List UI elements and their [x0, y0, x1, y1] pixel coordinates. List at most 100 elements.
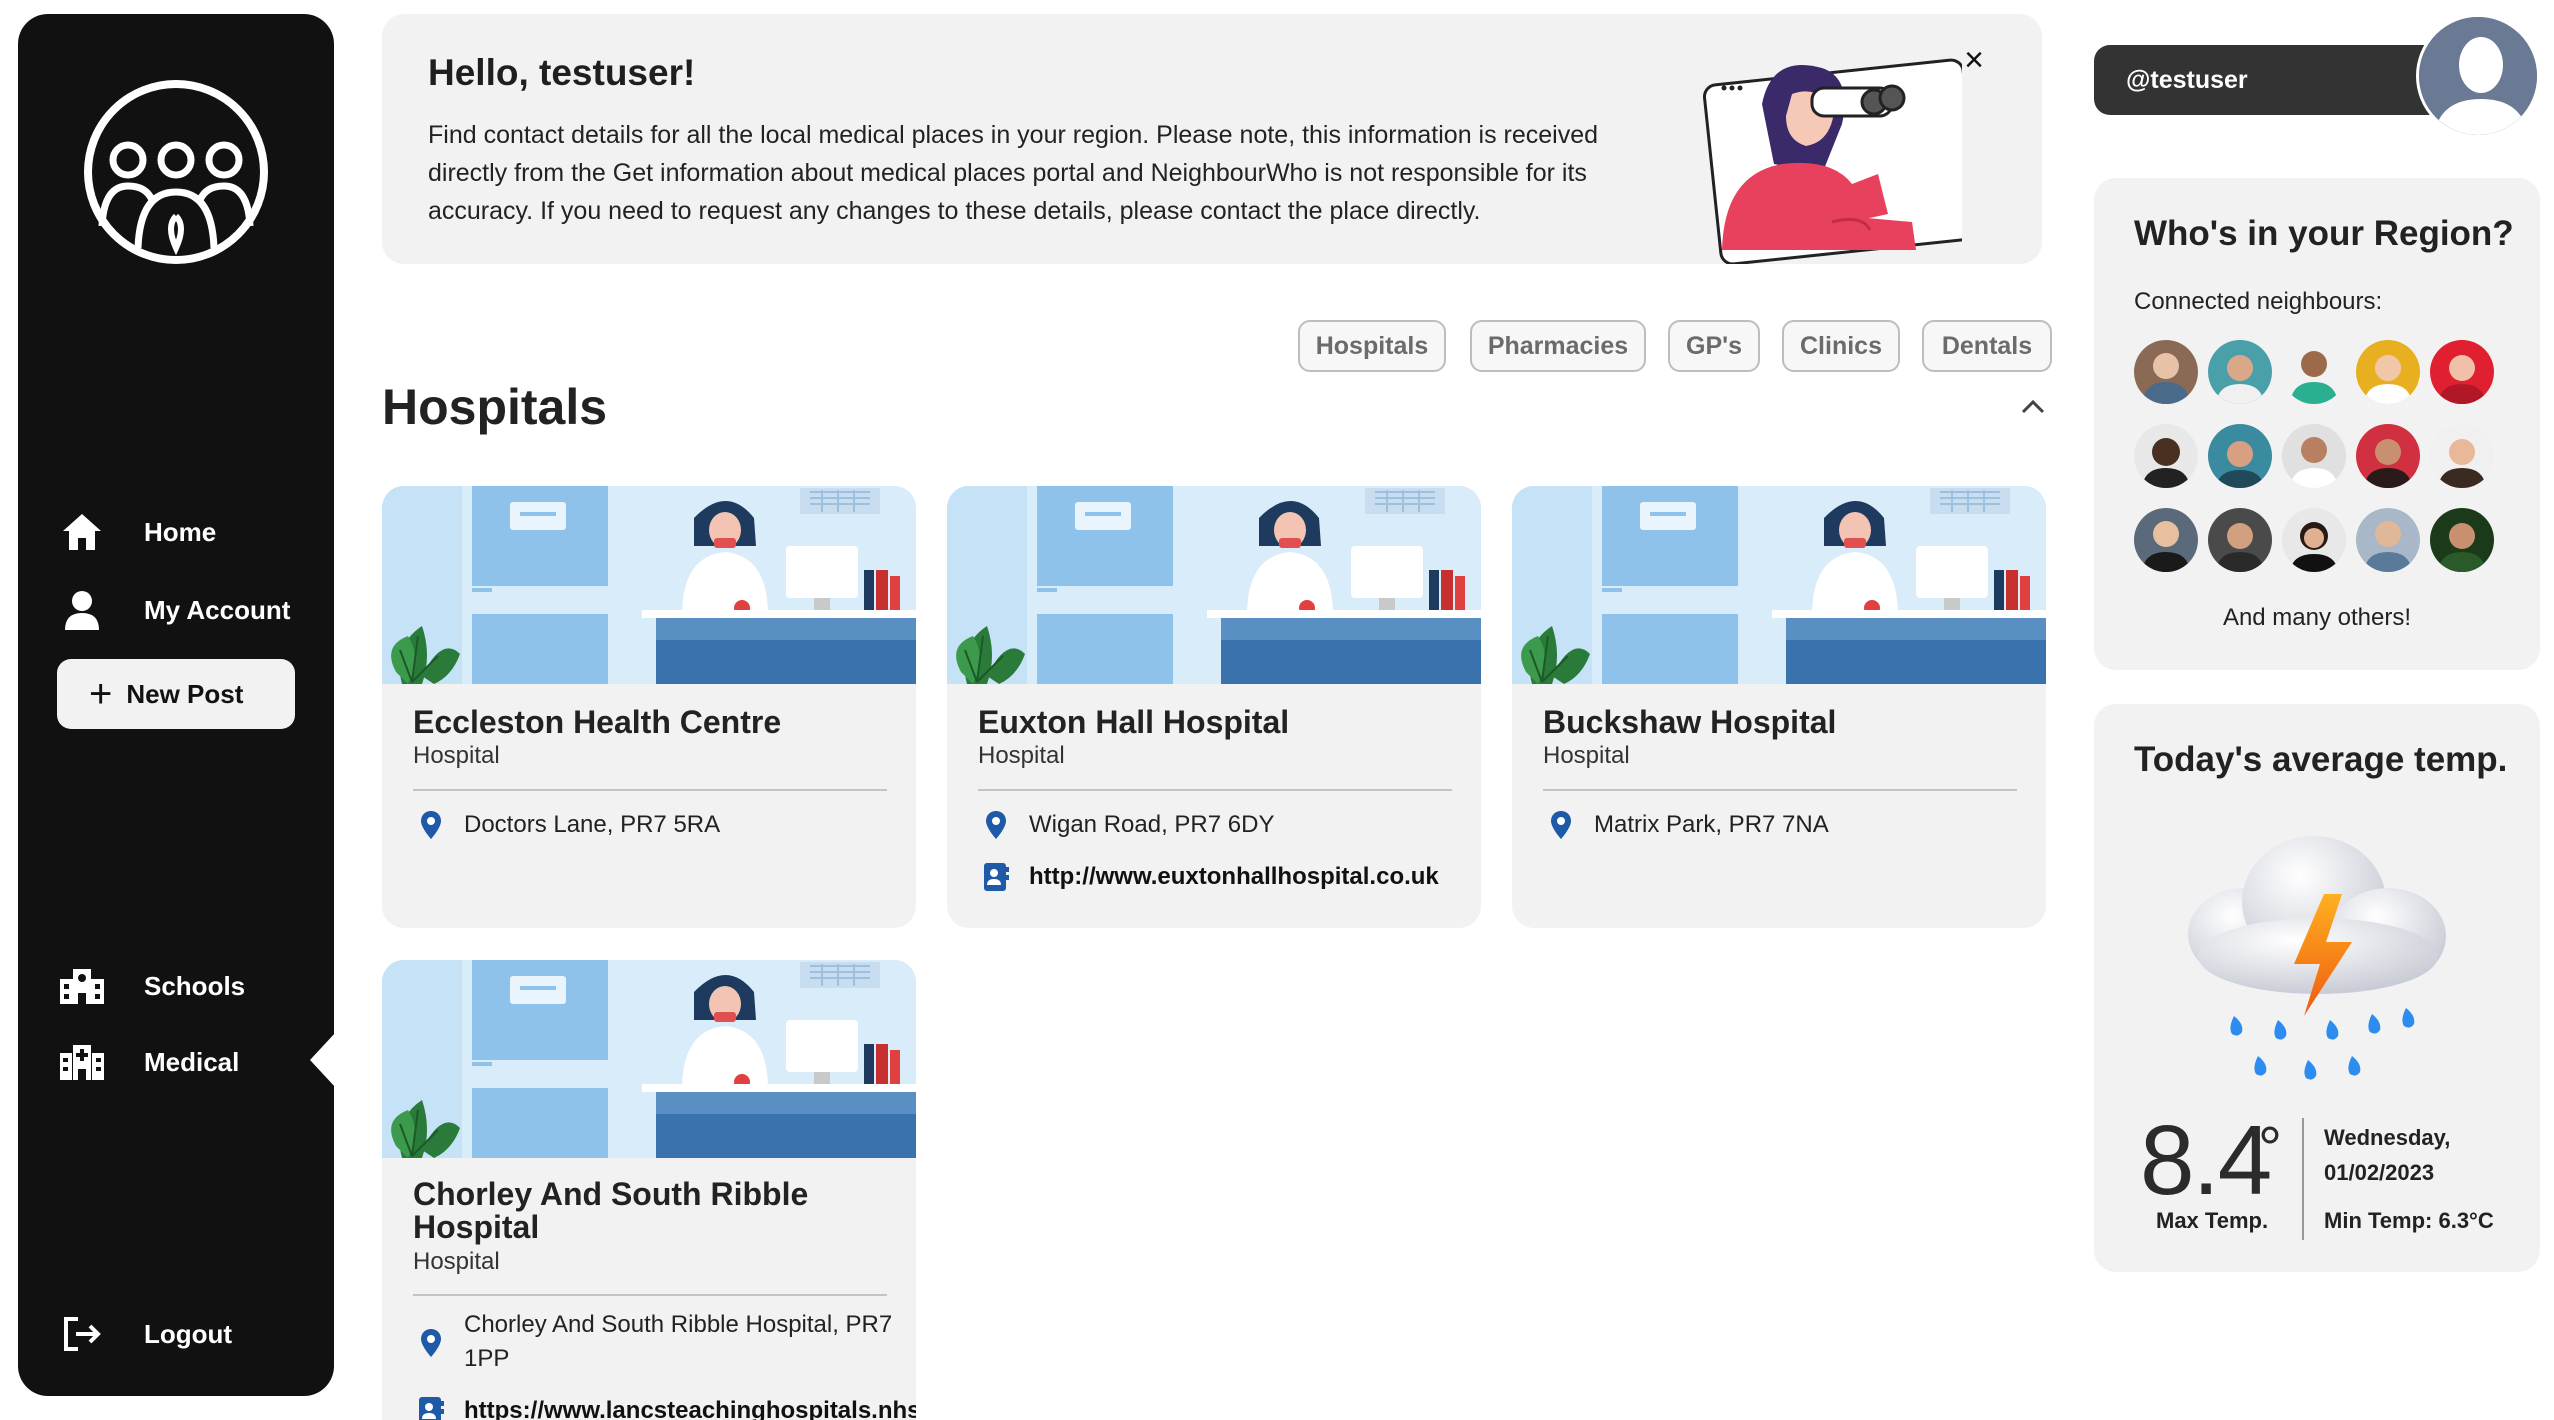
- nav-schools[interactable]: Schools: [58, 956, 245, 1016]
- degree-symbol: °: [2258, 1115, 2282, 1182]
- card-name: Buckshaw Hospital: [1543, 704, 1837, 740]
- region-footer: And many others!: [2222, 604, 2412, 631]
- neighbour-avatar[interactable]: [2356, 508, 2420, 572]
- filter-gps[interactable]: GP's: [1668, 320, 1760, 372]
- community-logo-icon[interactable]: [80, 76, 272, 268]
- card-divider: [978, 789, 1452, 791]
- nav-home-label: Home: [144, 516, 217, 547]
- card-address: Matrix Park, PR7 7NA: [1546, 808, 1829, 842]
- logout-icon: [58, 1310, 106, 1358]
- card-type: Hospital: [413, 742, 500, 769]
- card-divider: [413, 789, 887, 791]
- neighbour-avatar[interactable]: [2208, 508, 2272, 572]
- user-icon: [58, 586, 106, 634]
- temp-divider: [2302, 1118, 2304, 1240]
- neighbour-avatar[interactable]: [2208, 424, 2272, 488]
- card-name: Eccleston Health Centre: [413, 704, 782, 740]
- binoculars-woman-illustration: [1702, 58, 1962, 264]
- school-icon: [58, 962, 106, 1010]
- region-title: Who's in your Region?: [2134, 214, 2514, 253]
- user-handle: @testuser: [2126, 65, 2248, 94]
- location-pin-icon: [981, 808, 1011, 842]
- nav-my-account[interactable]: My Account: [58, 580, 290, 640]
- plus-icon: +: [89, 672, 113, 716]
- location-pin-icon: [416, 808, 446, 842]
- banner-text: Find contact details for all the local m…: [428, 121, 1599, 225]
- weather-date-value: 01/02/2023: [2324, 1160, 2435, 1185]
- card-type: Hospital: [413, 1248, 500, 1275]
- avatar[interactable]: [2416, 14, 2540, 138]
- clinic-illustration: [947, 486, 1481, 684]
- weather-card: Today's average temp. 8.4 ° Wednesday, 0…: [2094, 704, 2540, 1272]
- home-icon: [58, 508, 106, 556]
- card-address: Wigan Road, PR7 6DY: [981, 808, 1274, 842]
- card-website-text[interactable]: http://www.euxtonhallhospital.co.uk: [1029, 860, 1439, 894]
- neighbour-avatar[interactable]: [2134, 508, 2198, 572]
- card-name: Chorley And South Ribble Hospital: [413, 1176, 809, 1245]
- card-website-text[interactable]: https://www.lancsteachinghospitals.nhs: [464, 1394, 916, 1420]
- thunderstorm-rain-icon: [2188, 836, 2446, 1080]
- nav-logout[interactable]: Logout: [58, 1304, 232, 1364]
- nav-my-account-label: My Account: [144, 594, 291, 625]
- clinic-illustration: [1512, 486, 2046, 684]
- card-address-text: Chorley And South Ribble Hospital, PR7 1…: [464, 1311, 893, 1372]
- sidebar: Home My Account + New Post Schools Medic…: [18, 14, 336, 1396]
- hospital-icon: [58, 1038, 106, 1086]
- neighbour-avatar[interactable]: [2356, 340, 2420, 404]
- nav-medical[interactable]: Medical: [58, 1032, 239, 1092]
- weather-day: Wednesday,: [2324, 1125, 2451, 1150]
- nav-schools-label: Schools: [144, 970, 246, 1001]
- neighbour-avatar[interactable]: [2430, 424, 2494, 488]
- welcome-banner: Hello, testuser! Find contact details fo…: [382, 14, 2042, 264]
- max-temp-label: Max Temp.: [2156, 1208, 2269, 1233]
- weather-date: Wednesday, 01/02/2023: [2324, 1120, 2450, 1190]
- default-avatar-icon: [2419, 17, 2537, 135]
- card-address-text: Matrix Park, PR7 7NA: [1594, 811, 1829, 838]
- neighbour-avatar[interactable]: [2430, 508, 2494, 572]
- neighbour-avatar[interactable]: [2430, 340, 2494, 404]
- neighbour-avatar[interactable]: [2282, 424, 2346, 488]
- hospital-card[interactable]: Euxton Hall Hospital Hospital Wigan Road…: [947, 486, 1481, 928]
- contact-book-icon: [981, 860, 1011, 894]
- card-type: Hospital: [1543, 742, 1630, 769]
- hospital-card[interactable]: Eccleston Health Centre Hospital Doctors…: [382, 486, 916, 928]
- nav-home[interactable]: Home: [58, 502, 216, 562]
- new-post-button[interactable]: + New Post: [57, 659, 295, 729]
- card-address: Doctors Lane, PR7 5RA: [416, 808, 720, 842]
- card-name: Euxton Hall Hospital: [978, 704, 1290, 740]
- card-type: Hospital: [978, 742, 1065, 769]
- min-temp-label: Min Temp: 6.3°C: [2324, 1208, 2494, 1233]
- new-post-label: New Post: [126, 678, 244, 709]
- hospital-card[interactable]: Chorley And South Ribble Hospital Hospit…: [382, 960, 916, 1420]
- filter-hospitals[interactable]: Hospitals: [1298, 320, 1446, 372]
- nav-medical-label: Medical: [144, 1046, 240, 1077]
- neighbour-avatar[interactable]: [2282, 508, 2346, 572]
- chevron-up-icon[interactable]: [2018, 392, 2048, 422]
- neighbour-avatar[interactable]: [2208, 340, 2272, 404]
- neighbour-avatar[interactable]: [2356, 424, 2420, 488]
- clinic-illustration: [382, 486, 916, 684]
- section-title: Hospitals: [382, 379, 608, 435]
- active-nav-indicator: [310, 1032, 336, 1088]
- temperature-value: 8.4: [2140, 1105, 2272, 1215]
- filter-pharmacies[interactable]: Pharmacies: [1470, 320, 1646, 372]
- weather-title: Today's average temp.: [2134, 740, 2508, 779]
- card-website-link[interactable]: https://www.lancsteachinghospitals.nhs: [416, 1394, 916, 1420]
- filter-dentals[interactable]: Dentals: [1922, 320, 2052, 372]
- hospital-card[interactable]: Buckshaw Hospital Hospital Matrix Park, …: [1512, 486, 2046, 928]
- contact-book-icon: [416, 1394, 446, 1420]
- neighbour-avatar[interactable]: [2282, 340, 2346, 404]
- card-address: Chorley And South Ribble Hospital, PR7 1…: [416, 1308, 896, 1376]
- location-pin-icon: [1546, 808, 1576, 842]
- filter-clinics[interactable]: Clinics: [1782, 320, 1900, 372]
- banner-title: Hello, testuser!: [428, 52, 696, 93]
- card-address-text: Wigan Road, PR7 6DY: [1029, 811, 1275, 838]
- location-pin-icon: [416, 1326, 446, 1360]
- region-card: Who's in your Region? Connected neighbou…: [2094, 178, 2540, 670]
- neighbour-avatar[interactable]: [2134, 340, 2198, 404]
- neighbour-avatar[interactable]: [2134, 424, 2198, 488]
- card-website-link[interactable]: http://www.euxtonhallhospital.co.uk: [981, 860, 1439, 894]
- card-address-text: Doctors Lane, PR7 5RA: [464, 811, 721, 838]
- nav-logout-label: Logout: [144, 1318, 233, 1349]
- region-subtitle: Connected neighbours:: [2134, 288, 2383, 315]
